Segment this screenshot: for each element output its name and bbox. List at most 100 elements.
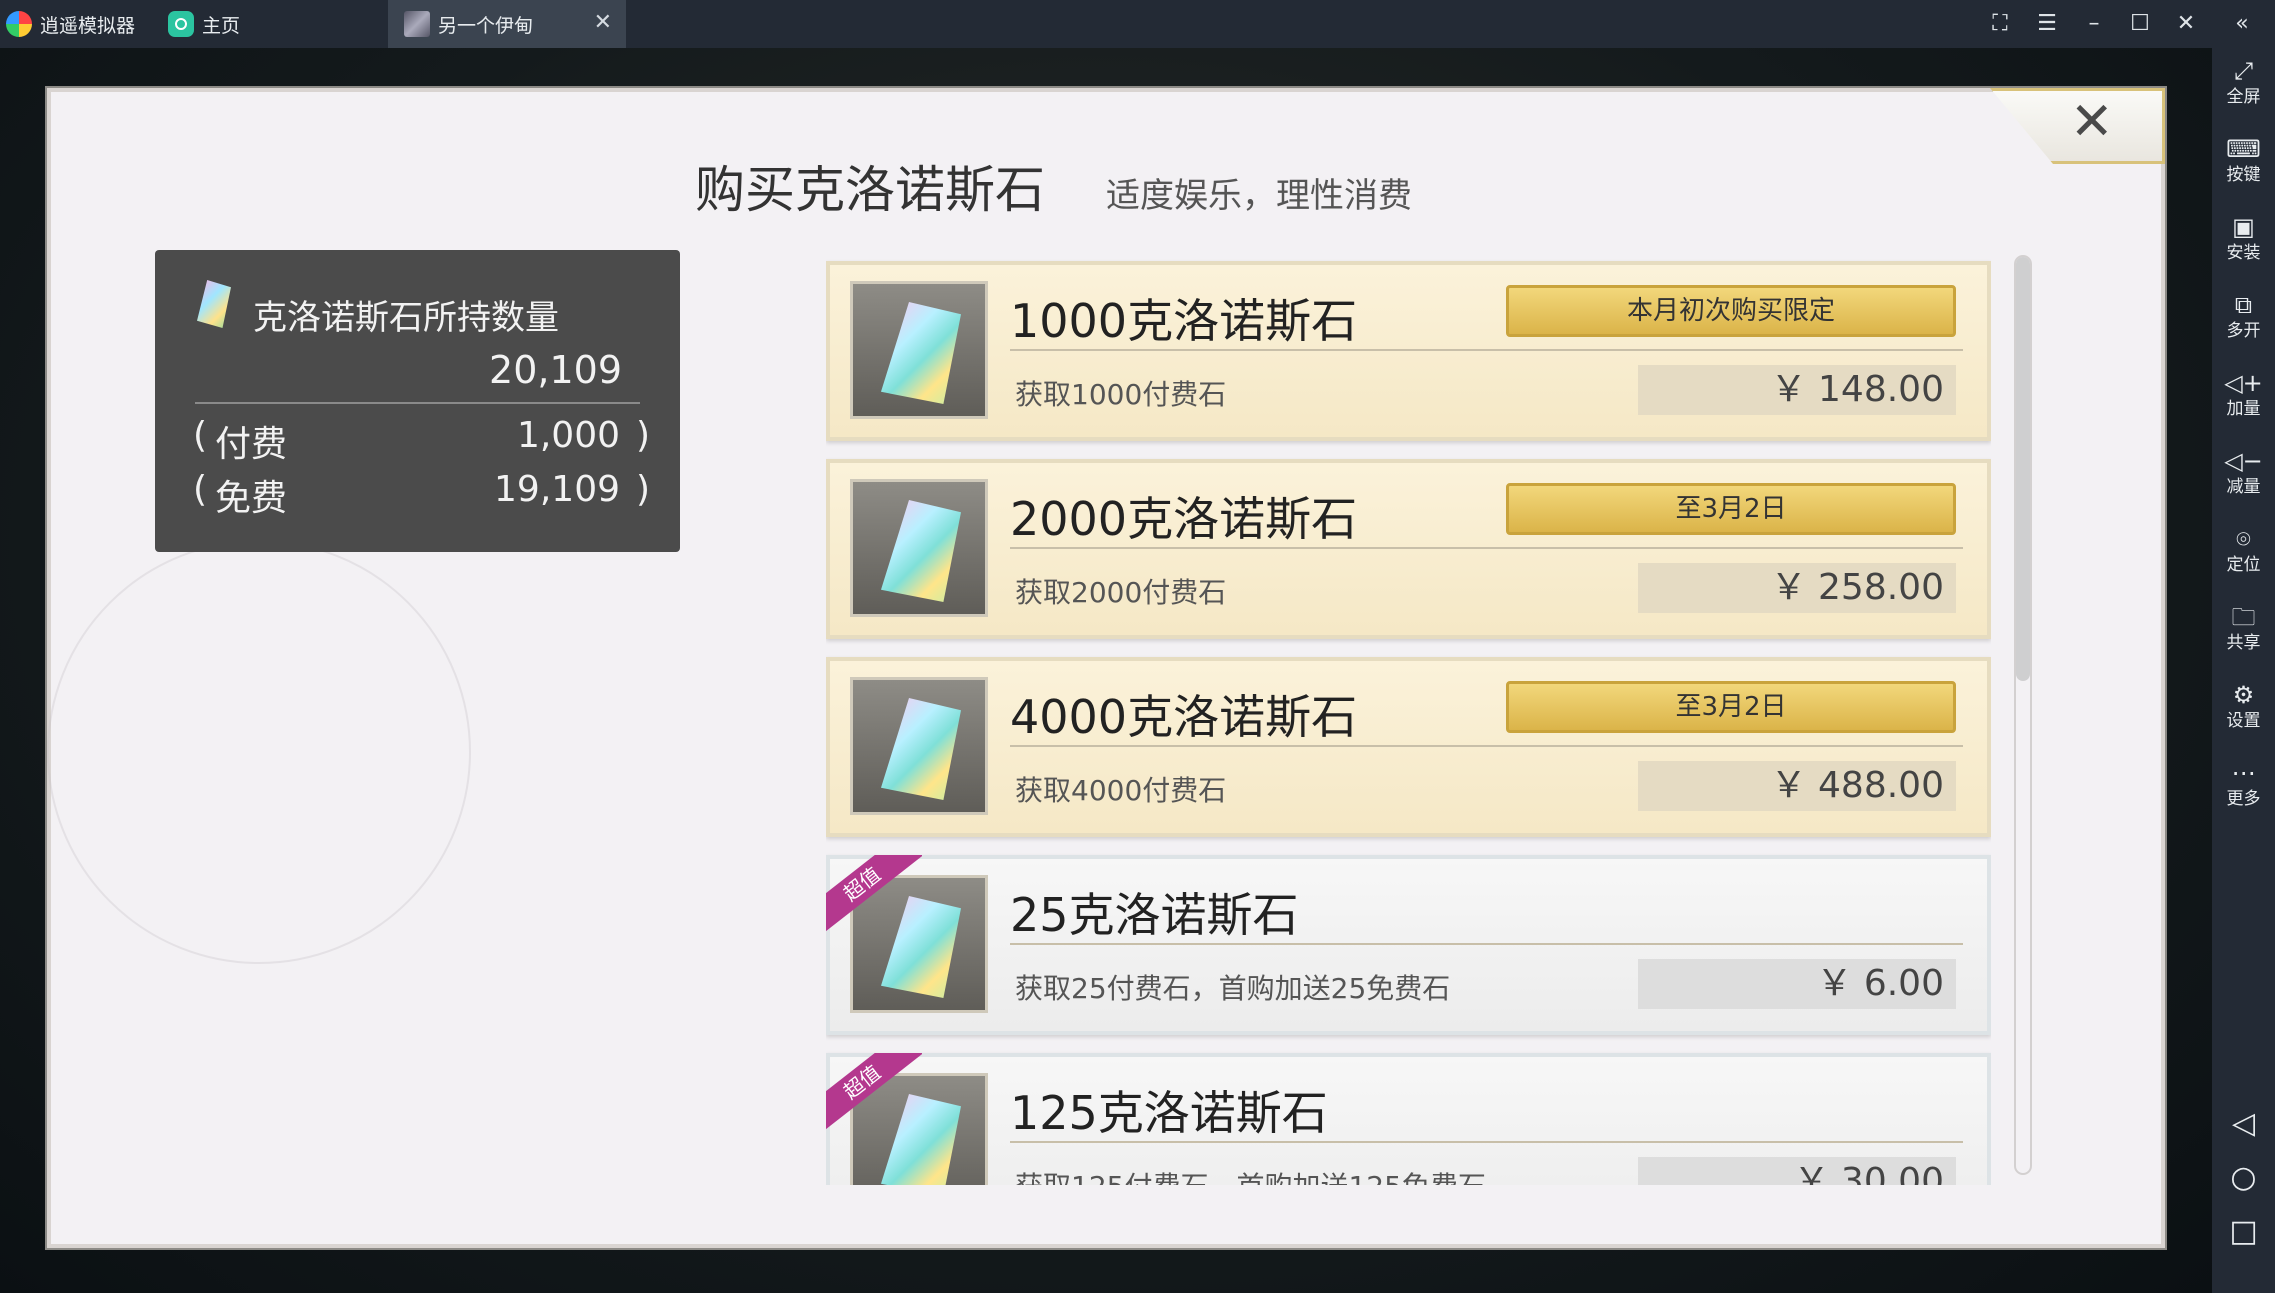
sidebar-item-volume-up[interactable]: ◁+ 加量 [2212,368,2275,420]
value-ribbon: 超值 [826,855,922,951]
limit-badge: 至3月2日 [1506,483,1956,535]
screenshot-region-icon[interactable]: ⛶ [1984,8,2016,40]
sidebar-item-more[interactable]: ⋯ 更多 [2212,758,2275,810]
sidebar-item-label: 更多 [2226,789,2261,809]
paid-value: 1,000 [516,415,620,456]
close-dialog-button[interactable]: ✕ [1990,88,2165,164]
sidebar-item-label: 多开 [2226,321,2261,341]
divider [195,402,640,404]
value-ribbon: 超值 [826,1053,922,1149]
tab-close-icon[interactable]: ✕ [594,10,612,35]
crystal-icon [881,302,961,404]
product-card-25[interactable]: 超值 25克洛诺斯石 获取25付费石，首购加送25免费石 ￥ 6.00 [826,855,1991,1035]
sidebar-item-label: 加量 [2226,399,2261,419]
scrollbar-thumb[interactable] [2016,257,2030,681]
sidebar-item-label: 按键 [2226,165,2261,185]
app-logo-icon [6,11,32,37]
product-card-125[interactable]: 超值 125克洛诺斯石 获取125付费石，首购加送125免费石 ￥ 30.00 [826,1053,1991,1185]
limit-badge: 至3月2日 [1506,681,1956,733]
product-list: 1000克洛诺斯石 获取1000付费石 本月初次购买限定 ￥ 148.00 20… [826,255,1991,1185]
product-card-2000[interactable]: 2000克洛诺斯石 获取2000付费石 至3月2日 ￥ 258.00 [826,459,1991,639]
sidebar-item-location[interactable]: ⌾ 定位 [2212,524,2275,576]
holdings-total: 20,109 [489,348,622,392]
title-bar: 逍遥模拟器 主页 另一个伊甸 ✕ ⛶ ☰ – ☐ ✕ « [0,0,2275,48]
product-name: 25克洛诺斯石 [1010,888,1299,942]
crystal-icon [197,280,231,328]
product-name: 4000克洛诺斯石 [1010,690,1358,744]
sidebar-item-label: 全屏 [2226,87,2261,107]
sidebar-item-label: 安装 [2226,243,2261,263]
price-label: ￥ 148.00 [1638,365,1956,415]
crystal-icon [881,500,961,602]
sidebar-item-label: 设置 [2226,711,2261,731]
sidebar-item-keyboard[interactable]: ⌨ 按键 [2212,134,2275,186]
holdings-label: 克洛诺斯石所持数量 [253,298,559,338]
home-icon [168,11,194,37]
sidebar-item-settings[interactable]: ⚙ 设置 [2212,680,2275,732]
price-label: ￥ 6.00 [1638,959,1956,1009]
divider [1010,1141,1963,1143]
free-label: 免费 [215,478,288,519]
more-icon: ⋯ [2231,759,2256,787]
sidebar-item-label: 共享 [2226,633,2261,653]
price-label: ￥ 258.00 [1638,563,1956,613]
product-description: 获取25付费石，首购加送25免费石 [1015,972,1451,1005]
tab-home-label: 主页 [202,14,241,37]
tab-home[interactable]: 主页 [168,0,240,48]
sidebar-item-label: 定位 [2226,555,2261,575]
app-logo-tab[interactable]: 逍遥模拟器 [6,0,135,48]
gear-icon: ⚙ [2232,681,2255,709]
holdings-panel: 克洛诺斯石所持数量 20,109 ( 付费 1,000 ) ( 免费 19,10… [155,250,680,552]
apk-icon: ▣ [2232,213,2255,241]
free-value: 19,109 [494,469,620,510]
product-card-4000[interactable]: 4000克洛诺斯石 获取4000付费石 至3月2日 ￥ 488.00 [826,657,1991,837]
product-description: 获取125付费石，首购加送125免费石 [1015,1165,1486,1185]
sidebar-item-fullscreen[interactable]: ⤢ 全屏 [2212,56,2275,108]
tab-game[interactable]: 另一个伊甸 ✕ [388,0,626,48]
minimize-icon[interactable]: – [2078,8,2110,40]
crystal-icon [881,698,961,800]
decorative-emblem [47,540,471,964]
sidebar-item-install[interactable]: ▣ 安装 [2212,212,2275,264]
home-circle-icon[interactable]: ○ [2212,1160,2275,1195]
paid-label: 付费 [215,424,288,465]
location-icon: ⌾ [2236,525,2251,553]
fullscreen-icon: ⤢ [2233,57,2254,85]
product-name: 125克洛诺斯石 [1010,1086,1328,1140]
volume-up-icon: ◁+ [2224,369,2263,397]
maximize-icon[interactable]: ☐ [2124,8,2156,40]
price-label: ￥ 488.00 [1638,761,1956,811]
game-icon [404,11,430,37]
divider [1010,349,1963,351]
menu-icon[interactable]: ☰ [2031,8,2063,40]
multi-instance-icon: ⧉ [2234,291,2253,319]
tab-game-label: 另一个伊甸 [438,14,534,37]
close-window-icon[interactable]: ✕ [2170,8,2202,40]
volume-down-icon: ◁− [2224,447,2263,475]
sidebar-item-share[interactable]: 🗀 共享 [2212,602,2275,654]
sidebar-item-multi[interactable]: ⧉ 多开 [2212,290,2275,342]
folder-icon: 🗀 [2231,603,2256,631]
product-description: 获取4000付费石 [1015,774,1227,807]
product-name: 2000克洛诺斯石 [1010,492,1358,546]
divider [1010,745,1963,747]
divider [1010,943,1963,945]
ribbon-label: 超值 [826,1053,922,1137]
back-icon[interactable]: ◁ [2212,1106,2275,1141]
product-name: 1000克洛诺斯石 [1010,294,1358,348]
app-name: 逍遥模拟器 [40,14,136,37]
product-card-1000[interactable]: 1000克洛诺斯石 获取1000付费石 本月初次购买限定 ￥ 148.00 [826,261,1991,441]
product-thumbnail [850,281,988,419]
product-thumbnail [850,677,988,815]
sidebar-item-label: 减量 [2226,477,2261,497]
limit-badge: 本月初次购买限定 [1506,285,1956,337]
recents-icon[interactable]: □ [2212,1214,2275,1249]
sidebar-item-volume-down[interactable]: ◁− 减量 [2212,446,2275,498]
product-description: 获取1000付费石 [1015,378,1227,411]
emulator-sidebar: ⤢ 全屏 ⌨ 按键 ▣ 安装 ⧉ 多开 ◁+ 加量 ◁− 减量 ⌾ 定位 🗀 共… [2212,48,2275,1293]
close-icon: ✕ [2070,92,2114,152]
keyboard-icon: ⌨ [2226,135,2261,163]
price-label: ￥ 30.00 [1638,1157,1956,1185]
ribbon-label: 超值 [826,855,922,939]
collapse-sidebar-icon[interactable]: « [2226,8,2258,40]
